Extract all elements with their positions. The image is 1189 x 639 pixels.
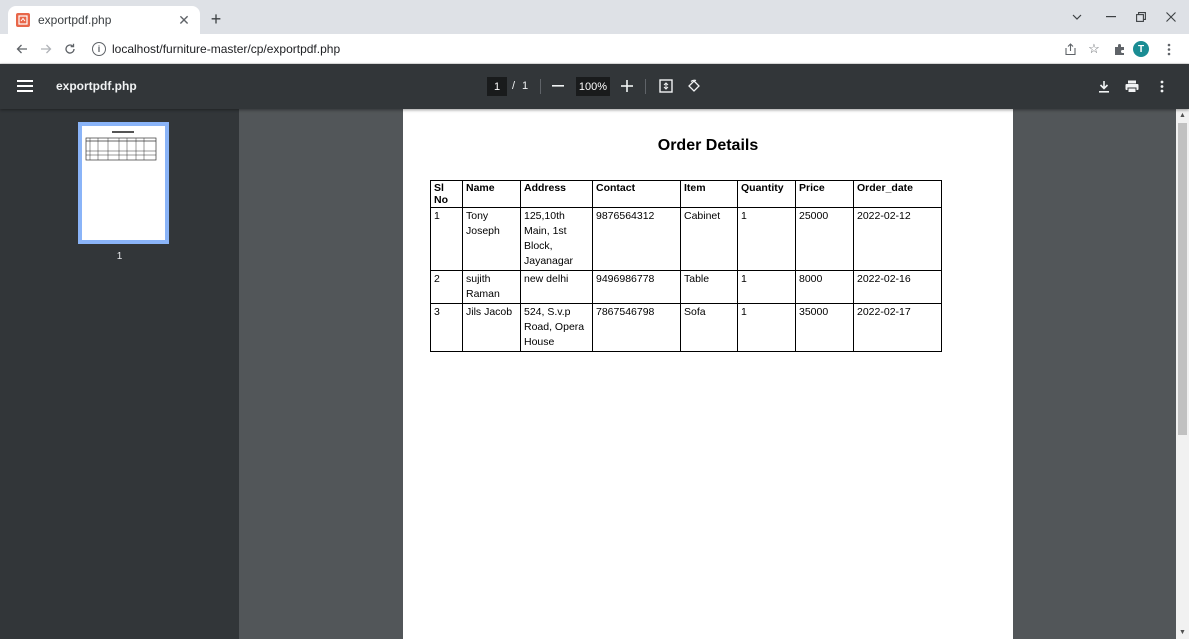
thumbnail-preview (82, 126, 165, 240)
pdf-title: exportpdf.php (56, 79, 137, 93)
minimize-icon[interactable] (1097, 6, 1125, 28)
zoom-out-icon[interactable] (548, 76, 568, 96)
fit-to-page-icon[interactable] (656, 76, 676, 96)
scrollbar-thumb[interactable] (1178, 123, 1187, 435)
zoom-in-icon[interactable] (617, 76, 637, 96)
table-cell: 9496986778 (592, 270, 681, 304)
table-cell: 524, S.v.p Road, Opera House (520, 303, 593, 352)
table-row: 2 sujith Raman new delhi 9496986778 Tabl… (430, 270, 942, 304)
column-header: Price (795, 180, 854, 208)
table-row: 1 Tony Joseph 125,10th Main, 1st Block, … (430, 207, 942, 271)
column-header: Quantity (737, 180, 796, 208)
download-icon[interactable] (1094, 76, 1114, 96)
table-cell: 2 (430, 270, 463, 304)
restore-icon[interactable] (1127, 6, 1155, 28)
page-separator: / (512, 80, 516, 92)
share-icon[interactable] (1061, 40, 1079, 58)
zoom-input[interactable]: 100% (576, 77, 610, 96)
toolbar-divider (540, 79, 541, 94)
tab-strip: exportpdf.php ✕ + (0, 0, 1189, 34)
table-cell: Sofa (680, 303, 738, 352)
table-cell: 125,10th Main, 1st Block, Jayanagar (520, 207, 593, 271)
column-header: Item (680, 180, 738, 208)
table-cell: Tony Joseph (462, 207, 521, 271)
table-cell: 25000 (795, 207, 854, 271)
total-pages: 1 (522, 80, 529, 92)
omnibox[interactable]: i localhost/furniture-master/cp/exportpd… (88, 37, 1038, 61)
table-cell: 1 (737, 303, 796, 352)
reload-icon[interactable] (60, 39, 80, 59)
thumbnail-sidebar: 1 (0, 109, 239, 639)
page-thumbnail[interactable] (78, 122, 169, 244)
scroll-up-icon[interactable]: ▲ (1179, 112, 1186, 119)
table-cell: 2022-02-16 (853, 270, 942, 304)
url-text: localhost/furniture-master/cp/exportpdf.… (112, 42, 341, 56)
sidebar-menu-icon[interactable] (16, 77, 34, 95)
pdf-toolbar: exportpdf.php 1 / 1 100% (0, 64, 1189, 109)
extensions-icon[interactable] (1110, 40, 1128, 58)
orders-table: Sl No Name Address Contact Item Quantity… (430, 180, 942, 352)
column-header: Order_date (853, 180, 942, 208)
table-cell: 2022-02-12 (853, 207, 942, 271)
site-info-icon[interactable]: i (92, 42, 106, 56)
tab-search-icon[interactable] (1063, 6, 1091, 28)
table-cell: 2022-02-17 (853, 303, 942, 352)
address-toolbar: i localhost/furniture-master/cp/exportpd… (0, 34, 1189, 64)
table-cell: 1 (737, 270, 796, 304)
thumbnail-page-number: 1 (116, 251, 123, 262)
table-cell: Jils Jacob (462, 303, 521, 352)
browser-menu-icon[interactable] (1160, 40, 1178, 58)
browser-window: exportpdf.php ✕ + i localhost/furniture-… (0, 0, 1189, 639)
column-header: Address (520, 180, 593, 208)
new-tab-icon[interactable]: + (206, 9, 226, 29)
profile-avatar[interactable]: T (1133, 41, 1149, 57)
forward-icon[interactable] (36, 39, 56, 59)
column-header: Sl No (430, 180, 463, 208)
scroll-down-icon[interactable]: ▼ (1179, 629, 1186, 636)
vertical-scrollbar[interactable]: ▲ ▼ (1176, 109, 1189, 639)
table-cell: 3 (430, 303, 463, 352)
document-title: Order Details (657, 137, 759, 154)
table-cell: 7867546798 (592, 303, 681, 352)
table-cell: new delhi (520, 270, 593, 304)
table-cell: Table (680, 270, 738, 304)
pdf-favicon-icon (16, 13, 30, 27)
table-cell: Cabinet (680, 207, 738, 271)
more-actions-icon[interactable] (1152, 76, 1172, 96)
rotate-icon[interactable] (684, 76, 704, 96)
browser-tab[interactable]: exportpdf.php ✕ (8, 6, 200, 34)
bookmark-star-icon[interactable]: ☆ (1085, 40, 1103, 58)
table-cell: 1 (737, 207, 796, 271)
table-header-row: Sl No Name Address Contact Item Quantity… (430, 180, 942, 208)
table-row: 3 Jils Jacob 524, S.v.p Road, Opera Hous… (430, 303, 942, 352)
column-header: Contact (592, 180, 681, 208)
toolbar-divider (645, 79, 646, 94)
tab-title: exportpdf.php (38, 13, 112, 27)
back-icon[interactable] (12, 39, 32, 59)
pdf-page: Order Details Sl No Name Address Contact… (403, 109, 1013, 639)
table-cell: 9876564312 (592, 207, 681, 271)
print-icon[interactable] (1122, 76, 1142, 96)
table-cell: 8000 (795, 270, 854, 304)
table-cell: 1 (430, 207, 463, 271)
tab-close-icon[interactable]: ✕ (176, 12, 192, 28)
table-cell: sujith Raman (462, 270, 521, 304)
page-number-input[interactable]: 1 (487, 77, 507, 96)
column-header: Name (462, 180, 521, 208)
close-window-icon[interactable] (1157, 6, 1185, 28)
table-cell: 35000 (795, 303, 854, 352)
